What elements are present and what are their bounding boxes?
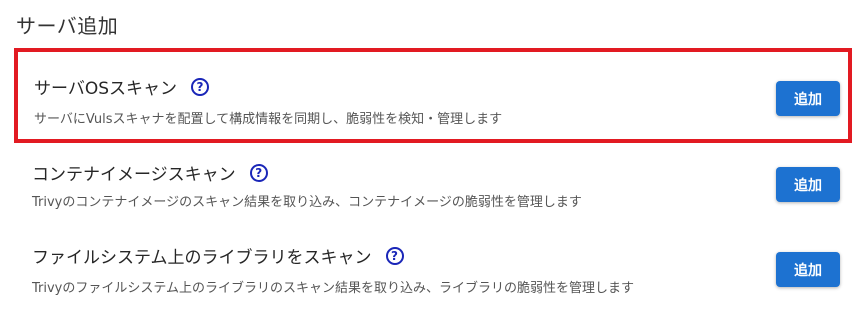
option-container-image-scan: コンテナイメージスキャン ? Trivyのコンテナイメージのスキャン結果を取り込…	[14, 152, 852, 228]
option-title: コンテナイメージスキャン ?	[32, 160, 268, 185]
help-icon[interactable]: ?	[249, 163, 268, 182]
option-title-text: コンテナイメージスキャン	[32, 165, 236, 185]
option-filesystem-library-scan: ファイルシステム上のライブラリをスキャン ? Trivyのファイルシステム上のラ…	[14, 236, 852, 312]
option-server-os-scan: サーバOSスキャン ? サーバにVulsスキャナを配置して構成情報を同期し、脆弱…	[14, 48, 852, 143]
option-description: サーバにVulsスキャナを配置して構成情報を同期し、脆弱性を検知・管理します	[34, 112, 503, 127]
add-filesystem-library-scan-button[interactable]: 追加	[776, 252, 840, 287]
option-title-text: ファイルシステム上のライブラリをスキャン	[32, 248, 372, 268]
option-description: Trivyのファイルシステム上のライブラリのスキャン結果を取り込み、ライブラリの…	[32, 281, 634, 296]
add-server-os-scan-button[interactable]: 追加	[776, 81, 840, 116]
option-title-text: サーバOSスキャン	[34, 79, 178, 99]
option-description: Trivyのコンテナイメージのスキャン結果を取り込み、コンテナイメージの脆弱性を…	[32, 195, 582, 210]
option-title: サーバOSスキャン ?	[34, 74, 210, 99]
help-icon[interactable]: ?	[385, 246, 404, 265]
add-container-image-scan-button[interactable]: 追加	[776, 167, 840, 202]
option-title: ファイルシステム上のライブラリをスキャン ?	[32, 243, 404, 268]
page-title: サーバ追加	[16, 14, 119, 38]
help-icon[interactable]: ?	[191, 77, 210, 96]
